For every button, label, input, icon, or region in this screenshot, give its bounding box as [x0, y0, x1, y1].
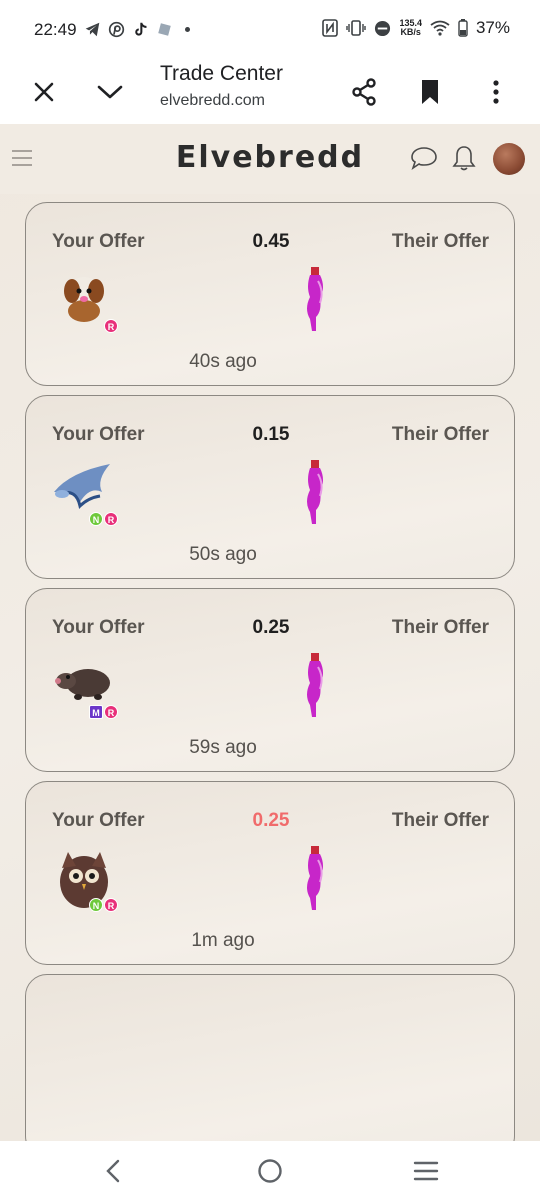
minimize-button[interactable]: [90, 72, 130, 112]
avatar[interactable]: [493, 143, 525, 175]
status-notification-icons: [84, 21, 190, 38]
tiktok-icon: [135, 22, 147, 36]
bookmark-button[interactable]: [410, 72, 450, 112]
trade-card[interactable]: Your Offer 0.15 Their Offer N R 50s ago: [25, 395, 515, 579]
home-icon: [258, 1159, 282, 1183]
roblox-icon: [158, 23, 171, 36]
pinterest-icon: [108, 21, 125, 38]
their-item-image: [296, 653, 336, 719]
bell-icon[interactable]: [452, 144, 476, 172]
telegram-icon: [85, 22, 100, 37]
trade-card[interactable]: Your Offer 0.45 Their Offer R 40s ago: [25, 202, 515, 386]
chevron-down-icon: [97, 85, 123, 99]
do-not-disturb-icon: [375, 20, 391, 36]
trade-time: 40s ago: [189, 351, 257, 372]
chat-icon[interactable]: [410, 146, 438, 170]
wifi-icon: [430, 20, 450, 36]
pet-mole-image: MR: [50, 655, 120, 721]
network-speed: 135.4 KB/s: [399, 18, 422, 37]
page-title: Trade Center: [160, 62, 283, 85]
bookmark-icon: [422, 80, 438, 104]
status-right-icons: 135.4 KB/s 37%: [322, 18, 510, 38]
neon-badge: N: [89, 898, 103, 912]
trade-card-partial[interactable]: [25, 974, 515, 1141]
trade-card[interactable]: Your Offer 0.25 Their Offer N R 1m ago: [25, 781, 515, 965]
nav-home-button[interactable]: [254, 1155, 286, 1187]
pet-owl-image: NR: [50, 848, 120, 914]
share-button[interactable]: [344, 72, 384, 112]
recents-icon: [413, 1161, 439, 1181]
their-item-image: [296, 267, 336, 333]
ride-badge: R: [104, 898, 118, 912]
ride-badge: R: [104, 705, 118, 719]
close-tab-button[interactable]: [24, 72, 64, 112]
site-header: Elvebredd: [0, 124, 540, 194]
nav-recents-button[interactable]: [410, 1155, 442, 1187]
browser-toolbar: Trade Center elvebredd.com: [0, 60, 540, 124]
trade-time: 59s ago: [189, 737, 257, 758]
more-notifications-dot: [185, 27, 190, 32]
page-url[interactable]: elvebredd.com: [160, 92, 265, 110]
pet-dragon-image: NR: [50, 462, 120, 528]
vibrate-icon: [346, 20, 367, 36]
status-time: 22:49: [34, 20, 77, 39]
nfc-icon: [322, 19, 339, 37]
nav-back-button[interactable]: [97, 1155, 129, 1187]
share-icon: [352, 78, 376, 106]
their-offer-label: Their Offer: [391, 424, 489, 445]
battery-percent: 37%: [475, 18, 510, 37]
neon-badge: N: [89, 512, 103, 526]
trade-card[interactable]: Your Offer 0.25 Their Offer M R 59s ago: [25, 588, 515, 772]
site-content: Your Offer0.75Their OfferM17s agoYour Of…: [0, 124, 540, 1141]
trade-time: 1m ago: [191, 930, 255, 951]
mega-badge: M: [89, 705, 103, 719]
more-options-button[interactable]: [476, 72, 516, 112]
their-offer-label: Their Offer: [391, 810, 489, 831]
more-vert-icon: [493, 80, 499, 104]
pet-dog-image: R: [50, 269, 120, 335]
battery-icon: [458, 19, 468, 37]
ride-badge: R: [104, 319, 118, 333]
their-item-image: [296, 846, 336, 912]
their-offer-label: Their Offer: [391, 231, 489, 252]
system-nav-bar: [0, 1141, 540, 1199]
their-offer-label: Their Offer: [391, 617, 489, 638]
their-item-image: [296, 460, 336, 526]
trade-time: 50s ago: [189, 544, 257, 565]
close-icon: [34, 82, 54, 102]
back-icon: [106, 1159, 120, 1183]
ride-badge: R: [104, 512, 118, 526]
status-bar: 22:49 135.4 KB/s 37%: [0, 0, 540, 60]
